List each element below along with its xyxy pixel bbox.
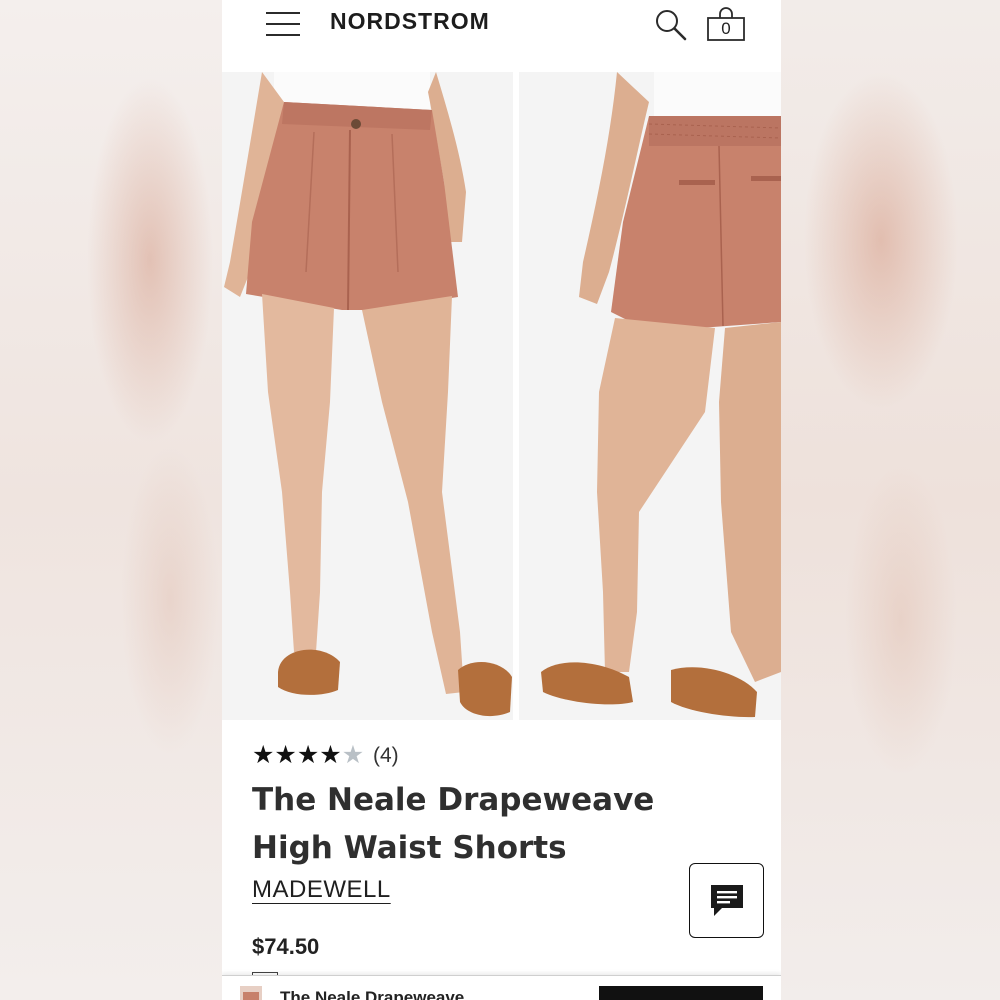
chat-button[interactable] <box>689 863 764 938</box>
brand-link[interactable]: MADEWELL <box>252 876 391 904</box>
shopping-bag-button[interactable]: 0 <box>706 6 746 42</box>
sticky-product-bar: The Neale Drapeweave <box>222 975 781 1000</box>
star-empty-icon: ★ <box>341 740 365 769</box>
blurred-background-left <box>0 0 222 1000</box>
star-filled-icon: ★ <box>274 740 297 769</box>
sticky-product-title: The Neale Drapeweave <box>280 988 465 1000</box>
product-page: NORDSTROM 0 ★ ★ ★ ★ ★ (4) The Neale Drap… <box>222 0 781 1000</box>
site-header: NORDSTROM 0 <box>222 0 781 72</box>
star-filled-icon: ★ <box>296 740 320 769</box>
sticky-product-thumbnail <box>240 986 262 1000</box>
search-icon[interactable] <box>654 8 688 42</box>
star-filled-icon: ★ <box>319 740 342 769</box>
bag-count: 0 <box>721 19 731 38</box>
star-filled-icon: ★ <box>252 740 275 769</box>
sticky-add-to-bag-button[interactable] <box>599 986 763 1000</box>
product-title: The Neale Drapeweave High Waist Shorts <box>252 782 655 866</box>
review-count-link[interactable]: (4) <box>373 744 399 768</box>
product-price: $74.50 <box>252 934 320 959</box>
chat-icon <box>711 885 743 916</box>
blurred-background-right <box>781 0 1000 1000</box>
product-image-front[interactable] <box>222 72 513 720</box>
menu-icon[interactable] <box>266 11 302 39</box>
product-image-back[interactable] <box>519 72 781 720</box>
site-logo[interactable]: NORDSTROM <box>330 8 490 35</box>
rating-stars[interactable]: ★ ★ ★ ★ ★ <box>252 742 364 768</box>
